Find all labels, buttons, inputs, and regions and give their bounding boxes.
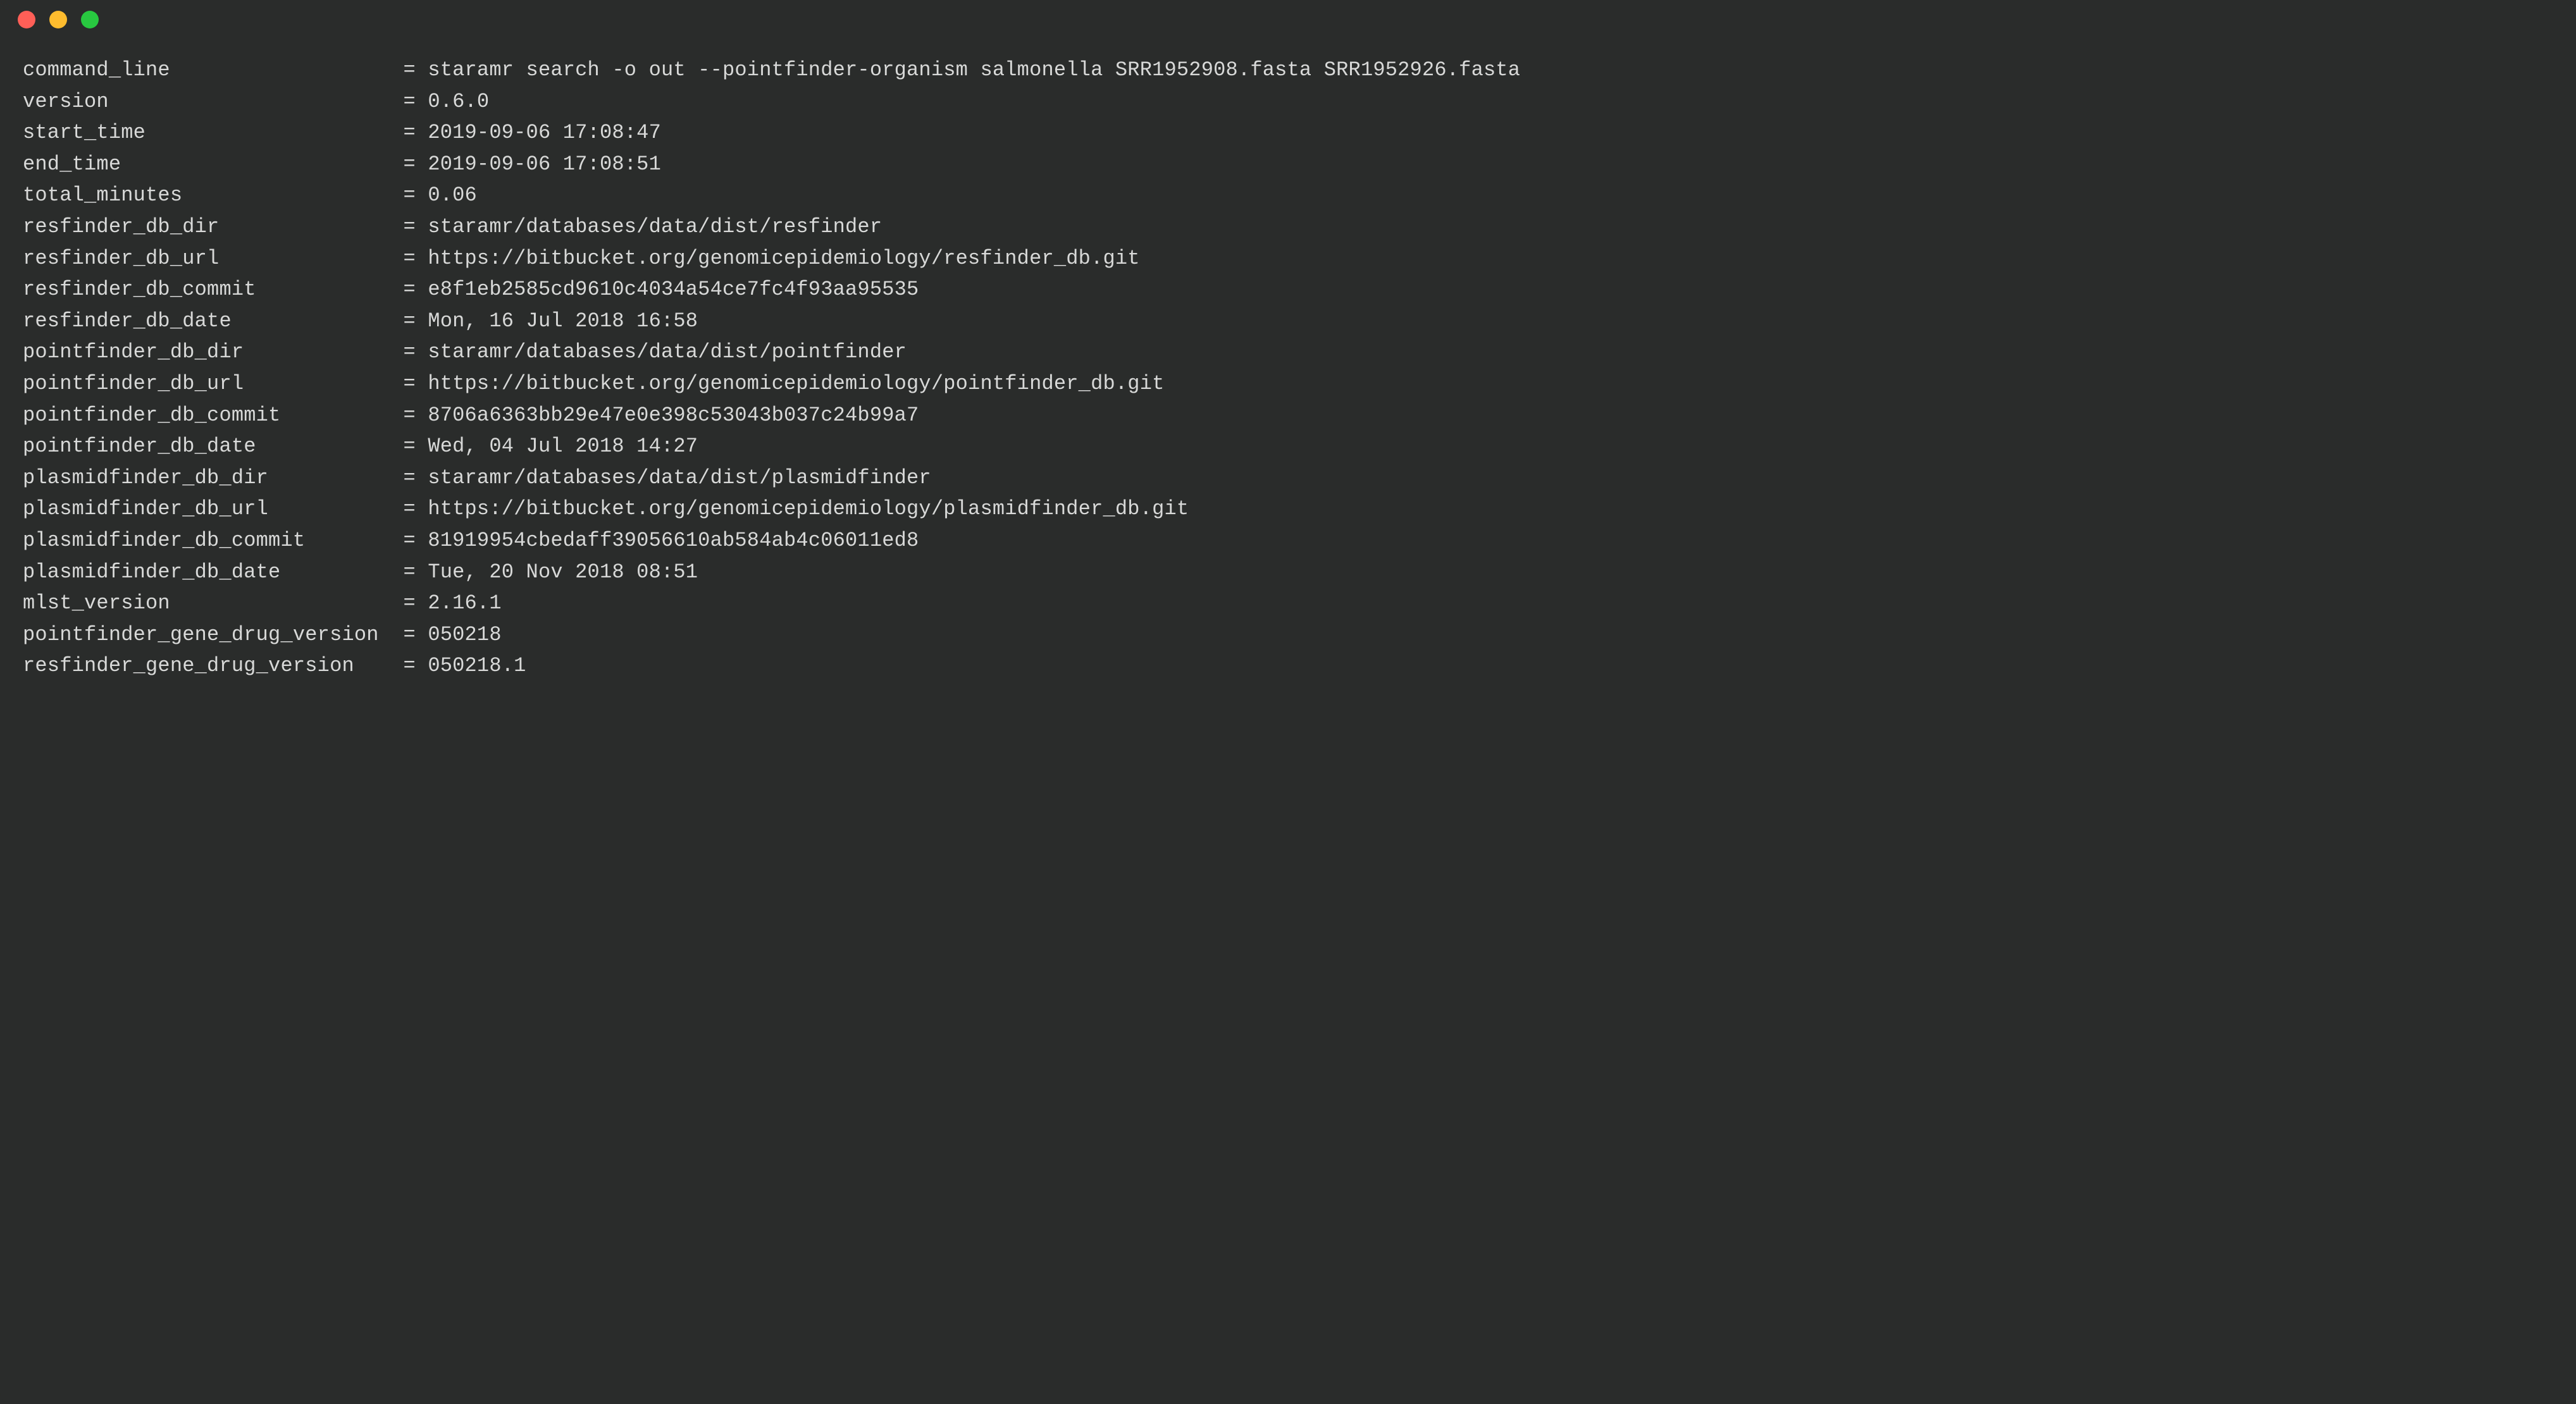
- equals-separator: =: [391, 650, 428, 682]
- setting-value: Tue, 20 Nov 2018 08:51: [428, 557, 698, 588]
- equals-separator: =: [391, 211, 428, 243]
- setting-key: resfinder_db_url: [23, 243, 391, 274]
- equals-separator: =: [391, 86, 428, 118]
- equals-separator: =: [391, 588, 428, 619]
- equals-separator: =: [391, 274, 428, 305]
- setting-value: https://bitbucket.org/genomicepidemiolog…: [428, 368, 1164, 400]
- setting-key: command_line: [23, 54, 391, 86]
- output-line: resfinder_gene_drug_version = 050218.1: [23, 650, 2553, 682]
- setting-key: version: [23, 86, 391, 118]
- window-titlebar: [0, 0, 2576, 39]
- setting-key: resfinder_db_date: [23, 305, 391, 337]
- setting-key: pointfinder_db_url: [23, 368, 391, 400]
- setting-value: staramr/databases/data/dist/pointfinder: [428, 336, 907, 368]
- setting-value: Mon, 16 Jul 2018 16:58: [428, 305, 698, 337]
- setting-key: plasmidfinder_db_url: [23, 493, 391, 525]
- equals-separator: =: [391, 525, 428, 557]
- output-line: pointfinder_gene_drug_version = 050218: [23, 619, 2553, 651]
- output-line: plasmidfinder_db_dir = staramr/databases…: [23, 462, 2553, 494]
- output-line: pointfinder_db_dir = staramr/databases/d…: [23, 336, 2553, 368]
- output-line: pointfinder_db_url = https://bitbucket.o…: [23, 368, 2553, 400]
- setting-value: staramr/databases/data/dist/plasmidfinde…: [428, 462, 931, 494]
- terminal-output[interactable]: command_line = staramr search -o out --p…: [0, 39, 2576, 720]
- output-line: version = 0.6.0: [23, 86, 2553, 118]
- setting-value: 050218: [428, 619, 501, 651]
- output-line: end_time = 2019-09-06 17:08:51: [23, 149, 2553, 180]
- equals-separator: =: [391, 336, 428, 368]
- setting-key: mlst_version: [23, 588, 391, 619]
- equals-separator: =: [391, 54, 428, 86]
- setting-key: resfinder_gene_drug_version: [23, 650, 391, 682]
- setting-value: https://bitbucket.org/genomicepidemiolog…: [428, 493, 1189, 525]
- setting-value: e8f1eb2585cd9610c4034a54ce7fc4f93aa95535: [428, 274, 919, 305]
- output-line: plasmidfinder_db_url = https://bitbucket…: [23, 493, 2553, 525]
- setting-key: plasmidfinder_db_dir: [23, 462, 391, 494]
- setting-key: end_time: [23, 149, 391, 180]
- setting-key: pointfinder_db_date: [23, 431, 391, 462]
- equals-separator: =: [391, 149, 428, 180]
- equals-separator: =: [391, 368, 428, 400]
- setting-value: 050218.1: [428, 650, 526, 682]
- setting-value: Wed, 04 Jul 2018 14:27: [428, 431, 698, 462]
- output-line: resfinder_db_commit = e8f1eb2585cd9610c4…: [23, 274, 2553, 305]
- equals-separator: =: [391, 180, 428, 211]
- setting-key: plasmidfinder_db_date: [23, 557, 391, 588]
- equals-separator: =: [391, 619, 428, 651]
- setting-key: plasmidfinder_db_commit: [23, 525, 391, 557]
- equals-separator: =: [391, 431, 428, 462]
- output-line: resfinder_db_dir = staramr/databases/dat…: [23, 211, 2553, 243]
- output-line: total_minutes = 0.06: [23, 180, 2553, 211]
- equals-separator: =: [391, 557, 428, 588]
- setting-value: 2.16.1: [428, 588, 501, 619]
- setting-value: 8706a6363bb29e47e0e398c53043b037c24b99a7: [428, 400, 919, 431]
- setting-key: resfinder_db_dir: [23, 211, 391, 243]
- setting-value: staramr search -o out --pointfinder-orga…: [428, 54, 1520, 86]
- output-line: resfinder_db_url = https://bitbucket.org…: [23, 243, 2553, 274]
- setting-value: https://bitbucket.org/genomicepidemiolog…: [428, 243, 1139, 274]
- setting-key: pointfinder_db_dir: [23, 336, 391, 368]
- close-icon[interactable]: [18, 11, 35, 28]
- output-line: pointfinder_db_date = Wed, 04 Jul 2018 1…: [23, 431, 2553, 462]
- zoom-icon[interactable]: [81, 11, 99, 28]
- setting-key: pointfinder_gene_drug_version: [23, 619, 391, 651]
- setting-key: start_time: [23, 117, 391, 149]
- setting-value: 81919954cbedaff39056610ab584ab4c06011ed8: [428, 525, 919, 557]
- equals-separator: =: [391, 462, 428, 494]
- setting-value: 0.06: [428, 180, 477, 211]
- setting-value: staramr/databases/data/dist/resfinder: [428, 211, 882, 243]
- equals-separator: =: [391, 493, 428, 525]
- setting-value: 2019-09-06 17:08:51: [428, 149, 661, 180]
- terminal-window: command_line = staramr search -o out --p…: [0, 0, 2576, 1404]
- equals-separator: =: [391, 243, 428, 274]
- equals-separator: =: [391, 400, 428, 431]
- output-line: start_time = 2019-09-06 17:08:47: [23, 117, 2553, 149]
- output-line: plasmidfinder_db_commit = 81919954cbedaf…: [23, 525, 2553, 557]
- setting-key: resfinder_db_commit: [23, 274, 391, 305]
- equals-separator: =: [391, 305, 428, 337]
- output-line: command_line = staramr search -o out --p…: [23, 54, 2553, 86]
- output-line: mlst_version = 2.16.1: [23, 588, 2553, 619]
- output-line: plasmidfinder_db_date = Tue, 20 Nov 2018…: [23, 557, 2553, 588]
- setting-key: pointfinder_db_commit: [23, 400, 391, 431]
- output-line: pointfinder_db_commit = 8706a6363bb29e47…: [23, 400, 2553, 431]
- equals-separator: =: [391, 117, 428, 149]
- setting-value: 0.6.0: [428, 86, 489, 118]
- output-line: resfinder_db_date = Mon, 16 Jul 2018 16:…: [23, 305, 2553, 337]
- setting-key: total_minutes: [23, 180, 391, 211]
- minimize-icon[interactable]: [49, 11, 67, 28]
- setting-value: 2019-09-06 17:08:47: [428, 117, 661, 149]
